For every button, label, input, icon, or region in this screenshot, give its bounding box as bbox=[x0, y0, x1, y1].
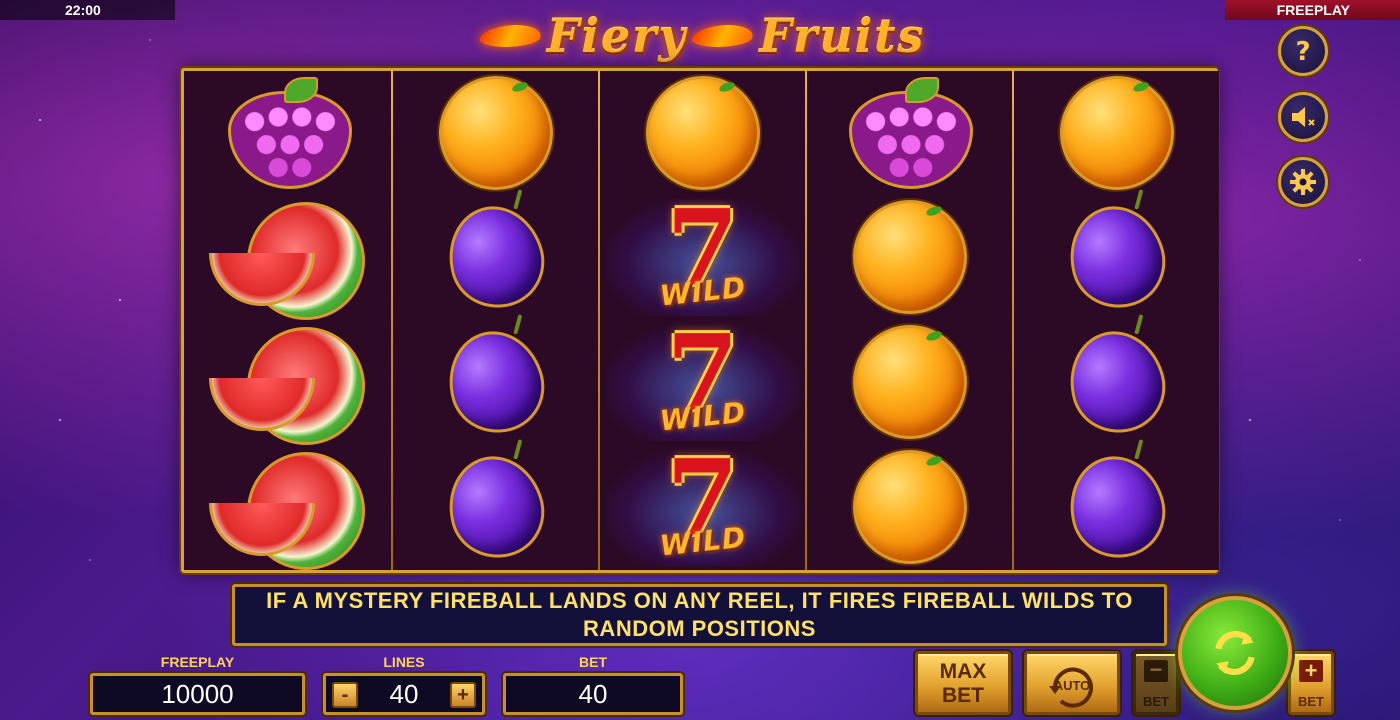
grapes-symbol-icon bbox=[835, 77, 985, 189]
reel-cell bbox=[807, 195, 1012, 319]
speaker-muted-icon bbox=[1292, 107, 1315, 127]
svg-text:?: ? bbox=[1295, 37, 1310, 66]
plum-symbol-icon bbox=[436, 195, 555, 319]
max-bet-button[interactable]: MAX BET bbox=[915, 651, 1011, 715]
title-word-2: Fruits bbox=[759, 9, 926, 63]
grapes-symbol-icon bbox=[214, 77, 364, 189]
reel-cell bbox=[393, 445, 598, 569]
wild-seven-symbol-icon: 7 WILD bbox=[604, 446, 801, 566]
refresh-icon bbox=[1215, 631, 1255, 675]
watermelon-symbol-icon bbox=[208, 327, 369, 445]
plum-symbol-icon bbox=[436, 320, 555, 444]
orange-symbol-icon bbox=[645, 76, 760, 190]
reel-5 bbox=[1014, 71, 1219, 570]
info-message-text: IF A MYSTERY FIREBALL LANDS ON ANY REEL,… bbox=[266, 588, 1133, 641]
wild-seven-symbol-icon: 7 WILD bbox=[604, 196, 801, 316]
gear-icon bbox=[1290, 169, 1316, 195]
balance-display: 10000 bbox=[90, 673, 305, 715]
help-button[interactable]: ? bbox=[1278, 26, 1328, 76]
reel-cell bbox=[393, 320, 598, 444]
bet-label: BET bbox=[579, 654, 607, 670]
bet-increase-symbol: + bbox=[1299, 660, 1323, 682]
reel-cell bbox=[600, 71, 805, 195]
bet-increase-label: BET bbox=[1298, 694, 1324, 709]
reel-cell bbox=[393, 71, 598, 195]
reel-cell bbox=[1014, 320, 1219, 444]
reel-1 bbox=[186, 71, 391, 570]
lines-increase-button[interactable]: + bbox=[450, 682, 476, 708]
lines-decrease-button[interactable]: - bbox=[332, 682, 358, 708]
plum-symbol-icon bbox=[1057, 195, 1176, 319]
reel-cell bbox=[393, 195, 598, 319]
settings-button[interactable] bbox=[1278, 157, 1328, 207]
mode-indicator: FREEPLAY bbox=[1225, 0, 1400, 20]
max-bet-line1: MAX bbox=[939, 660, 987, 683]
lines-label: LINES bbox=[383, 654, 425, 670]
max-bet-line2: BET bbox=[942, 684, 984, 707]
spin-button[interactable] bbox=[1178, 596, 1292, 710]
title-word-1: Fiery bbox=[546, 9, 688, 63]
watermelon-symbol-icon bbox=[208, 452, 369, 570]
orange-symbol-icon bbox=[438, 76, 553, 190]
reel-cell bbox=[1014, 445, 1219, 569]
bet-decrease-button[interactable]: − BET bbox=[1133, 651, 1179, 715]
info-message-banner: IF A MYSTERY FIREBALL LANDS ON ANY REEL,… bbox=[232, 584, 1167, 646]
wild-seven-symbol-icon: 7 WILD bbox=[604, 321, 801, 441]
orange-symbol-icon bbox=[852, 450, 967, 564]
bet-display: 40 bbox=[503, 673, 683, 715]
reel-cell bbox=[1014, 195, 1219, 319]
reels-frame: 7 WILD 7 WILD 7 WILD bbox=[181, 68, 1219, 573]
balance-value: 10000 bbox=[161, 678, 234, 709]
orange-symbol-icon bbox=[852, 200, 967, 314]
orange-symbol-icon bbox=[852, 325, 967, 439]
autoplay-label: AUTO bbox=[1053, 678, 1091, 693]
reel-cell bbox=[807, 445, 1012, 569]
lines-value: 40 bbox=[389, 678, 419, 709]
bet-decrease-symbol: − bbox=[1144, 659, 1168, 682]
watermelon-symbol-icon bbox=[208, 202, 369, 320]
balance-label: FREEPLAY bbox=[160, 654, 235, 670]
question-icon: ? bbox=[1295, 37, 1310, 66]
reel-cell bbox=[807, 71, 1012, 195]
reel-cell: 7 WILD bbox=[600, 445, 805, 569]
reel-cell bbox=[186, 320, 391, 445]
plum-symbol-icon bbox=[1057, 445, 1176, 569]
reel-cell bbox=[1014, 71, 1219, 195]
reel-cell: 7 WILD bbox=[600, 195, 805, 319]
lines-stepper: - 40 + bbox=[323, 673, 485, 715]
reel-2 bbox=[393, 71, 598, 570]
bet-decrease-label: BET bbox=[1143, 694, 1169, 709]
sound-toggle-button[interactable] bbox=[1278, 92, 1328, 142]
reel-cell bbox=[186, 445, 391, 570]
reel-3: 7 WILD 7 WILD 7 WILD bbox=[600, 71, 805, 570]
reel-cell bbox=[186, 71, 391, 195]
flame-icon bbox=[687, 25, 759, 47]
game-title-logo: Fiery Fruits bbox=[380, 8, 1020, 64]
orange-symbol-icon bbox=[1059, 76, 1174, 190]
reel-cell bbox=[186, 195, 391, 320]
flame-icon bbox=[475, 25, 546, 47]
plum-symbol-icon bbox=[436, 445, 555, 569]
reel-cell bbox=[807, 320, 1012, 444]
bet-value: 40 bbox=[578, 678, 608, 709]
reel-cell: 7 WILD bbox=[600, 320, 805, 444]
autoplay-button[interactable]: AUTO bbox=[1024, 651, 1120, 715]
plum-symbol-icon bbox=[1057, 320, 1176, 444]
clock: 22:00 bbox=[0, 0, 175, 20]
reel-4 bbox=[807, 71, 1012, 570]
bet-increase-button[interactable]: + BET bbox=[1288, 651, 1334, 715]
